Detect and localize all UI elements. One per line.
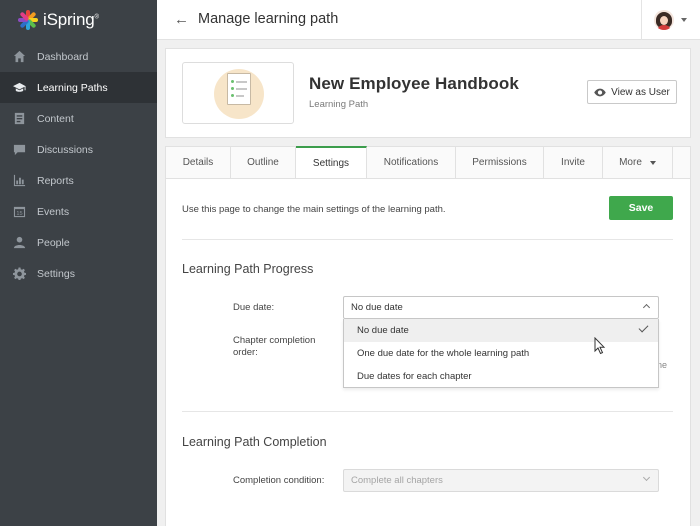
gear-icon: [12, 267, 26, 281]
completion-section-title: Learning Path Completion: [182, 435, 327, 449]
sidebar: iSpring® Dashboard Learning Paths Conten…: [0, 0, 157, 526]
section-divider: [182, 411, 673, 412]
sidebar-item-dashboard[interactable]: Dashboard: [0, 41, 157, 72]
tab-invite[interactable]: Invite: [544, 147, 603, 178]
completion-condition-value: Complete all chapters: [351, 475, 443, 486]
avatar[interactable]: [654, 10, 674, 30]
sidebar-item-label: People: [37, 236, 70, 249]
completion-condition-select: Complete all chapters: [343, 469, 659, 492]
sidebar-item-discussions[interactable]: Discussions: [0, 134, 157, 165]
tab-outline[interactable]: Outline: [231, 147, 296, 178]
logo[interactable]: iSpring®: [0, 0, 157, 40]
svg-text:15: 15: [16, 211, 22, 217]
sidebar-item-label: Events: [37, 205, 70, 218]
calendar-icon: 15: [12, 205, 26, 219]
settings-intro: Use this page to change the main setting…: [182, 204, 446, 215]
sidebar-item-events[interactable]: 15 Events: [0, 196, 157, 227]
due-date-value: No due date: [351, 302, 403, 313]
sidebar-item-label: Content: [37, 112, 74, 125]
save-button[interactable]: Save: [609, 196, 673, 220]
sidebar-item-learning-paths[interactable]: Learning Paths: [0, 72, 157, 103]
sidebar-item-label: Reports: [37, 174, 74, 187]
ispring-logo-icon: [17, 9, 39, 31]
mouse-cursor-icon: [594, 337, 606, 355]
due-date-dropdown: No due date One due date for the whole l…: [343, 319, 659, 388]
section-divider: [182, 239, 673, 240]
sidebar-item-label: Dashboard: [37, 50, 89, 63]
arrow-left-icon[interactable]: ←: [174, 11, 189, 28]
chapter-order-label: Chapter completion order:: [233, 335, 316, 358]
check-icon: [638, 322, 649, 333]
view-as-user-button[interactable]: View as User: [587, 80, 677, 104]
course-type: Learning Path: [309, 99, 369, 110]
sidebar-item-settings[interactable]: Settings: [0, 258, 157, 289]
tab-bar: Details Outline Settings Notifications P…: [166, 146, 690, 179]
chat-icon: [12, 143, 26, 157]
chevron-down-icon: [642, 473, 651, 482]
dropdown-option-per-chapter[interactable]: Due dates for each chapter: [344, 365, 658, 388]
home-icon: [12, 50, 26, 64]
due-date-label: Due date:: [233, 302, 275, 313]
tab-permissions[interactable]: Permissions: [456, 147, 544, 178]
progress-section-title: Learning Path Progress: [182, 262, 314, 276]
settings-panel: Details Outline Settings Notifications P…: [165, 146, 691, 526]
course-header: New Employee Handbook Learning Path View…: [165, 48, 691, 138]
content-icon: [12, 112, 26, 126]
dropdown-option-one-due-date[interactable]: One due date for the whole learning path: [344, 342, 658, 365]
course-thumbnail: [182, 62, 294, 124]
chevron-down-icon[interactable]: [681, 18, 687, 22]
graduation-cap-icon: [12, 81, 26, 95]
top-bar: ← Manage learning path: [157, 0, 700, 40]
logo-text: iSpring®: [43, 10, 99, 29]
sidebar-item-label: Discussions: [37, 143, 94, 156]
completion-condition-label: Completion condition:: [233, 475, 325, 486]
caret-down-icon: [649, 160, 656, 165]
dropdown-option-no-due-date[interactable]: No due date: [344, 319, 658, 342]
person-icon: [12, 236, 26, 250]
tab-details[interactable]: Details: [166, 147, 231, 178]
eye-icon: [594, 88, 606, 96]
sidebar-nav: Dashboard Learning Paths Content Discuss…: [0, 41, 157, 289]
course-title: New Employee Handbook: [309, 74, 519, 93]
tab-settings[interactable]: Settings: [296, 146, 367, 178]
sidebar-item-people[interactable]: People: [0, 227, 157, 258]
sidebar-item-reports[interactable]: Reports: [0, 165, 157, 196]
divider: [641, 0, 642, 40]
view-as-user-label: View as User: [611, 86, 670, 98]
sidebar-item-label: Settings: [37, 267, 75, 280]
page-title: Manage learning path: [198, 11, 339, 27]
chevron-up-icon: [642, 303, 651, 312]
tab-more[interactable]: More: [603, 147, 673, 178]
due-date-select[interactable]: No due date: [343, 296, 659, 319]
sidebar-item-label: Learning Paths: [37, 81, 108, 94]
sidebar-item-content[interactable]: Content: [0, 103, 157, 134]
bar-chart-icon: [12, 174, 26, 188]
tab-notifications[interactable]: Notifications: [367, 147, 456, 178]
